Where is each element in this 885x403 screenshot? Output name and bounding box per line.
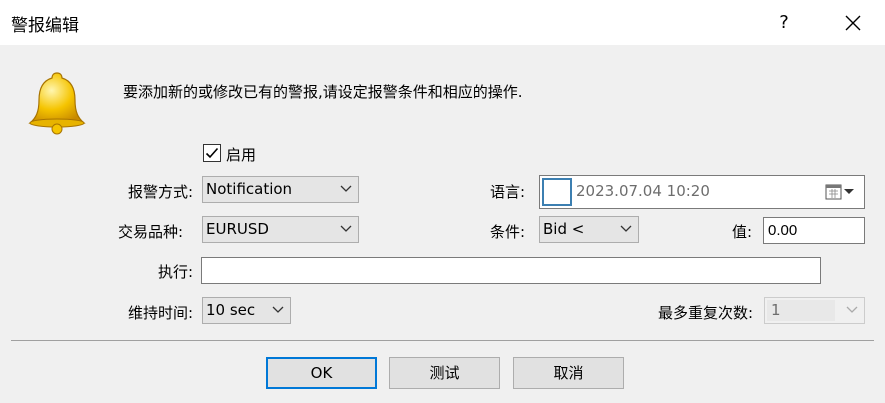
condition-select[interactable]: Bid <: [539, 216, 639, 243]
condition-value: Bid <: [543, 220, 585, 238]
max-repeats-value: 1: [771, 301, 781, 319]
chevron-down-icon: [272, 306, 284, 313]
cancel-button[interactable]: 取消: [513, 357, 624, 389]
hold-time-value: 10 sec: [206, 301, 256, 319]
symbol-label: 交易品种:: [117, 223, 183, 241]
alert-type-select[interactable]: Notification: [202, 176, 359, 203]
execute-label: 执行:: [157, 263, 193, 281]
ok-button[interactable]: OK: [266, 357, 377, 389]
help-button[interactable]: ?: [770, 9, 798, 37]
chevron-down-icon: [846, 306, 858, 313]
chevron-down-icon: [340, 185, 352, 192]
bell-icon: [28, 72, 86, 135]
max-repeats-select[interactable]: 1: [764, 297, 865, 324]
value-input[interactable]: [763, 217, 865, 244]
chevron-down-icon: [340, 225, 352, 232]
language-label: 语言:: [489, 183, 525, 201]
hold-time-label: 维持时间:: [127, 304, 193, 322]
close-icon: [845, 15, 861, 31]
calendar-dropdown-icon[interactable]: [825, 184, 855, 200]
close-button[interactable]: [838, 8, 868, 38]
intro-text: 要添加新的或修改已有的警报,请设定报警条件和相应的操作.: [123, 83, 523, 101]
condition-label: 条件:: [489, 223, 525, 241]
hold-time-select[interactable]: 10 sec: [202, 297, 291, 324]
datetime-value: 2023.07.04 10:20: [576, 182, 710, 200]
enable-label: 启用: [226, 146, 257, 164]
chevron-down-icon: [620, 225, 632, 232]
enable-checkbox[interactable]: [203, 144, 221, 162]
separator: [11, 340, 874, 341]
symbol-value: EURUSD: [206, 220, 269, 238]
datetime-checkbox[interactable]: [542, 178, 572, 206]
checkmark-icon: [205, 147, 219, 159]
execute-input[interactable]: [201, 257, 821, 284]
alert-type-label: 报警方式:: [127, 183, 193, 201]
datetime-picker[interactable]: 2023.07.04 10:20: [539, 175, 865, 209]
window-title: 警报编辑: [11, 16, 79, 36]
alert-type-value: Notification: [206, 180, 293, 198]
test-button[interactable]: 测试: [389, 357, 500, 389]
title-bar: 警报编辑 ?: [0, 0, 885, 45]
max-repeats-label: 最多重复次数:: [657, 304, 753, 322]
symbol-select[interactable]: EURUSD: [202, 216, 359, 243]
value-label: 值:: [731, 223, 752, 241]
